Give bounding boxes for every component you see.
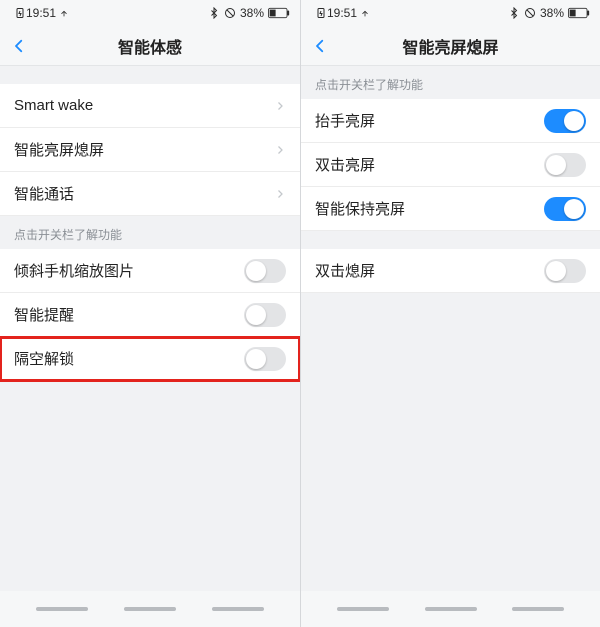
row-tilt-zoom[interactable]: 倾斜手机缩放图片 <box>0 249 300 293</box>
status-time: 19:51 <box>26 6 56 20</box>
upload-icon <box>360 8 370 18</box>
row-label: Smart wake <box>14 97 274 114</box>
nav-pill[interactable] <box>512 607 564 611</box>
page-title: 智能亮屏熄屏 <box>311 34 590 58</box>
row-smart-keep-on[interactable]: 智能保持亮屏 <box>301 187 600 231</box>
toggle-air-unlock[interactable] <box>244 347 286 371</box>
toggle-tilt-zoom[interactable] <box>244 259 286 283</box>
row-label: 倾斜手机缩放图片 <box>14 260 244 281</box>
nav-pill[interactable] <box>425 607 477 611</box>
row-label: 智能保持亮屏 <box>315 198 544 219</box>
row-smart-remind[interactable]: 智能提醒 <box>0 293 300 337</box>
phone-left: 19:51 38% 智能体感 Smart wake 智能亮屏熄屏 <box>0 0 300 627</box>
system-nav-bar <box>0 591 300 627</box>
settings-list: 点击开关栏了解功能 抬手亮屏 双击亮屏 智能保持亮屏 双击熄屏 <box>301 66 600 591</box>
row-double-tap-sleep[interactable]: 双击熄屏 <box>301 249 600 293</box>
row-label: 双击亮屏 <box>315 154 544 175</box>
upload-icon <box>59 8 69 18</box>
nav-pill[interactable] <box>124 607 176 611</box>
nav-pill[interactable] <box>36 607 88 611</box>
row-double-tap-wake[interactable]: 双击亮屏 <box>301 143 600 187</box>
battery-percent: 38% <box>240 6 264 20</box>
settings-list: Smart wake 智能亮屏熄屏 智能通话 点击开关栏了解功能 倾斜手机缩放图… <box>0 66 300 591</box>
battery-charging-icon <box>14 7 26 19</box>
toggle-raise-to-wake[interactable] <box>544 109 586 133</box>
row-label: 隔空解锁 <box>14 348 244 369</box>
nav-pill[interactable] <box>337 607 389 611</box>
nav-pill[interactable] <box>212 607 264 611</box>
phone-right: 19:51 38% 智能亮屏熄屏 点击开关栏了解功能 抬手亮屏 双击亮屏 <box>300 0 600 627</box>
row-smart-call[interactable]: 智能通话 <box>0 172 300 216</box>
battery-icon <box>268 7 290 19</box>
dnd-icon <box>224 7 236 19</box>
status-bar: 19:51 38% <box>301 0 600 26</box>
row-raise-to-wake[interactable]: 抬手亮屏 <box>301 99 600 143</box>
nav-header: 智能亮屏熄屏 <box>301 26 600 66</box>
dnd-icon <box>524 7 536 19</box>
nav-header: 智能体感 <box>0 26 300 66</box>
row-label: 智能通话 <box>14 183 274 204</box>
bluetooth-icon <box>508 7 520 19</box>
toggle-double-tap-sleep[interactable] <box>544 259 586 283</box>
bluetooth-icon <box>208 7 220 19</box>
chevron-right-icon <box>274 100 286 112</box>
toggle-double-tap-wake[interactable] <box>544 153 586 177</box>
battery-charging-icon <box>315 7 327 19</box>
chevron-right-icon <box>274 188 286 200</box>
battery-icon <box>568 7 590 19</box>
row-label: 智能亮屏熄屏 <box>14 139 274 160</box>
battery-percent: 38% <box>540 6 564 20</box>
toggle-smart-keep-on[interactable] <box>544 197 586 221</box>
row-smart-wake[interactable]: Smart wake <box>0 84 300 128</box>
section-hint: 点击开关栏了解功能 <box>0 216 300 249</box>
toggle-smart-remind[interactable] <box>244 303 286 327</box>
row-label: 智能提醒 <box>14 304 244 325</box>
status-bar: 19:51 38% <box>0 0 300 26</box>
row-air-unlock[interactable]: 隔空解锁 <box>0 337 300 381</box>
row-smart-screen[interactable]: 智能亮屏熄屏 <box>0 128 300 172</box>
page-title: 智能体感 <box>10 34 290 58</box>
chevron-right-icon <box>274 144 286 156</box>
status-time: 19:51 <box>327 6 357 20</box>
row-label: 抬手亮屏 <box>315 110 544 131</box>
system-nav-bar <box>301 591 600 627</box>
row-label: 双击熄屏 <box>315 260 544 281</box>
section-hint: 点击开关栏了解功能 <box>301 66 600 99</box>
